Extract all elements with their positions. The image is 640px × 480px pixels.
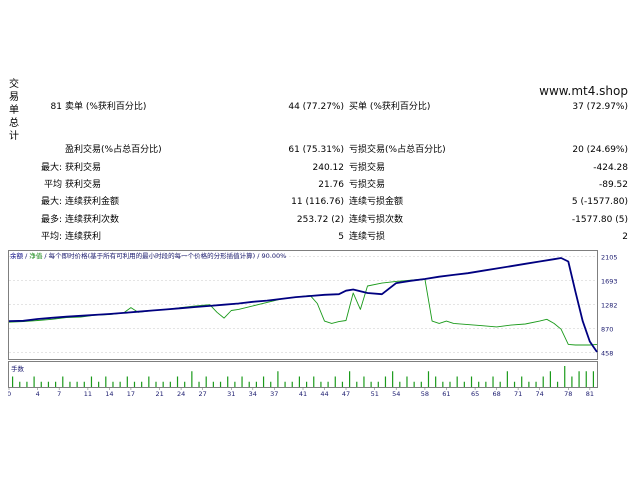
stat-label: 连续亏损次数 [349, 215, 404, 225]
stats-row: 最多: 连续获利次数 253.72 (2) 连续亏损次数 -1577.80 (5… [0, 212, 640, 229]
stat-label: 亏损交易(%占总百分比) [349, 145, 446, 155]
x-tick-label: 4 [36, 390, 40, 398]
volume-plot-frame [8, 361, 598, 388]
x-tick-label: 74 [535, 390, 543, 398]
stat-label: 亏损交易 [349, 163, 386, 173]
x-tick-label: 41 [299, 390, 307, 398]
x-tick-label: 51 [371, 390, 379, 398]
stat-value: 253.72 (2) [296, 215, 344, 225]
stat-label: 亏损交易 [349, 180, 386, 190]
x-tick-label: 11 [84, 390, 92, 398]
x-tick-label: 54 [392, 390, 400, 398]
volume-label: 手数 [11, 364, 25, 373]
stat-label: 连续获利次数 [65, 215, 120, 225]
x-tick-label: 0 [8, 390, 11, 398]
x-tick-label: 37 [270, 390, 278, 398]
stat-total: 81 [50, 102, 62, 112]
stats-row: 最大: 获利交易 240.12 亏损交易 -424.28 [0, 160, 640, 177]
section-label-char: 交 [9, 79, 19, 90]
legend-balance: 余额 [10, 252, 23, 260]
section-label-char: 总 [9, 118, 19, 129]
stat-prefix: 最多: [40, 215, 62, 225]
legend-equity: 净值 [29, 252, 43, 260]
y-tick-labels: 2105 1693 1282 870 458 [601, 254, 618, 358]
stat-prefix: 平均: [40, 232, 62, 242]
stat-value: 21.76 [318, 180, 344, 190]
x-tick-label: 17 [127, 390, 135, 398]
stat-label: 盈利交易(%占总百分比) [65, 145, 162, 155]
y-tick-label: 870 [601, 326, 613, 334]
stat-value: -424.28 [593, 163, 628, 173]
y-tick-label: 1282 [601, 302, 618, 310]
x-tick-label: 34 [249, 390, 257, 398]
stat-value: 20 (24.69%) [572, 145, 628, 155]
stat-label: 连续亏损 [349, 232, 386, 242]
stat-label: 卖单 (%获利百分比) [65, 102, 147, 112]
stat-value: 240.12 [312, 163, 345, 173]
x-tick-label: 81 [586, 390, 594, 398]
y-tick-label: 1693 [601, 278, 618, 286]
x-tick-label: 24 [177, 390, 185, 398]
x-tick-label: 61 [442, 390, 450, 398]
stat-value: 11 (116.76) [291, 197, 344, 207]
stat-value: -89.52 [598, 180, 628, 190]
y-tick-label: 2105 [601, 254, 618, 262]
chart-svg: 210516931282870458 0 4 7 11 14 17 21 24 27 31 34 37… [7, 250, 618, 398]
stat-label: 买单 (%获利百分比) [349, 102, 431, 112]
x-tick-label: 58 [421, 390, 429, 398]
x-tick-label: 14 [105, 390, 113, 398]
x-tick-label: 47 [342, 390, 350, 398]
site-label: www.mt4.shop [539, 84, 628, 98]
stat-value: 5 [338, 232, 344, 242]
stat-label: 连续获利金额 [65, 197, 120, 207]
x-tick-label: 65 [471, 390, 479, 398]
stat-value: 2 [622, 232, 628, 242]
stat-value: -1577.80 (5) [571, 215, 628, 225]
stat-prefix: 最大: [40, 163, 62, 173]
x-tick-label: 21 [155, 390, 163, 398]
stats-row: 盈利交易(%占总百分比) 61 (75.31%) 亏损交易(%占总百分比) 20… [0, 142, 640, 159]
stat-value: 5 (-1577.80) [571, 197, 628, 207]
x-tick-label: 71 [514, 390, 522, 398]
stat-label: 连续获利 [65, 232, 102, 242]
x-tick-label: 7 [57, 390, 61, 398]
stats-row: 平均 获利交易 21.76 亏损交易 -89.52 [0, 177, 640, 194]
stat-value: 61 (75.31%) [288, 145, 344, 155]
stat-value: 44 (77.27%) [288, 102, 344, 112]
x-tick-labels: 0 4 7 11 14 17 21 24 27 31 34 37 41 44 47 51 54 58 61 65 68 7… [7, 387, 594, 398]
legend-description: / 每个即时价格(基于所有可利用的最小时段的每一个价格的分形插值计算) / 90… [42, 252, 287, 260]
stat-prefix: 平均 [43, 180, 62, 190]
stat-label: 连续亏损金额 [349, 197, 404, 207]
stat-value: 37 (72.97%) [572, 102, 628, 112]
balance-equity-chart: 2105 1693 1282 870 458 0 4 7 11 14 17 21 24 27 31 34 37… [7, 250, 628, 400]
stat-label: 获利交易 [65, 163, 102, 173]
report-summary: 交 易 单 总 计 www.mt4.shop 81 卖单 (%获利百分比) 44… [0, 78, 640, 246]
chart-legend: 余额 / 净值 / 每个即时价格(基于所有可利用的最小时段的每一个价格的分形插值… [10, 251, 286, 261]
x-tick-label: 44 [320, 390, 328, 398]
x-tick-label: 27 [198, 390, 206, 398]
x-tick-label: 68 [492, 390, 500, 398]
x-tick-label: 78 [564, 390, 572, 398]
y-tick-label: 458 [601, 350, 613, 358]
stats-row: 平均: 连续获利 5 连续亏损 2 [0, 229, 640, 246]
stat-label: 获利交易 [65, 180, 102, 190]
stats-row: 81 卖单 (%获利百分比) 44 (77.27%) 买单 (%获利百分比) 3… [0, 99, 640, 116]
stats-row: 最大: 连续获利金额 11 (116.76) 连续亏损金额 5 (-1577.8… [0, 194, 640, 211]
stat-prefix: 最大: [40, 197, 62, 207]
x-tick-label: 31 [227, 390, 235, 398]
